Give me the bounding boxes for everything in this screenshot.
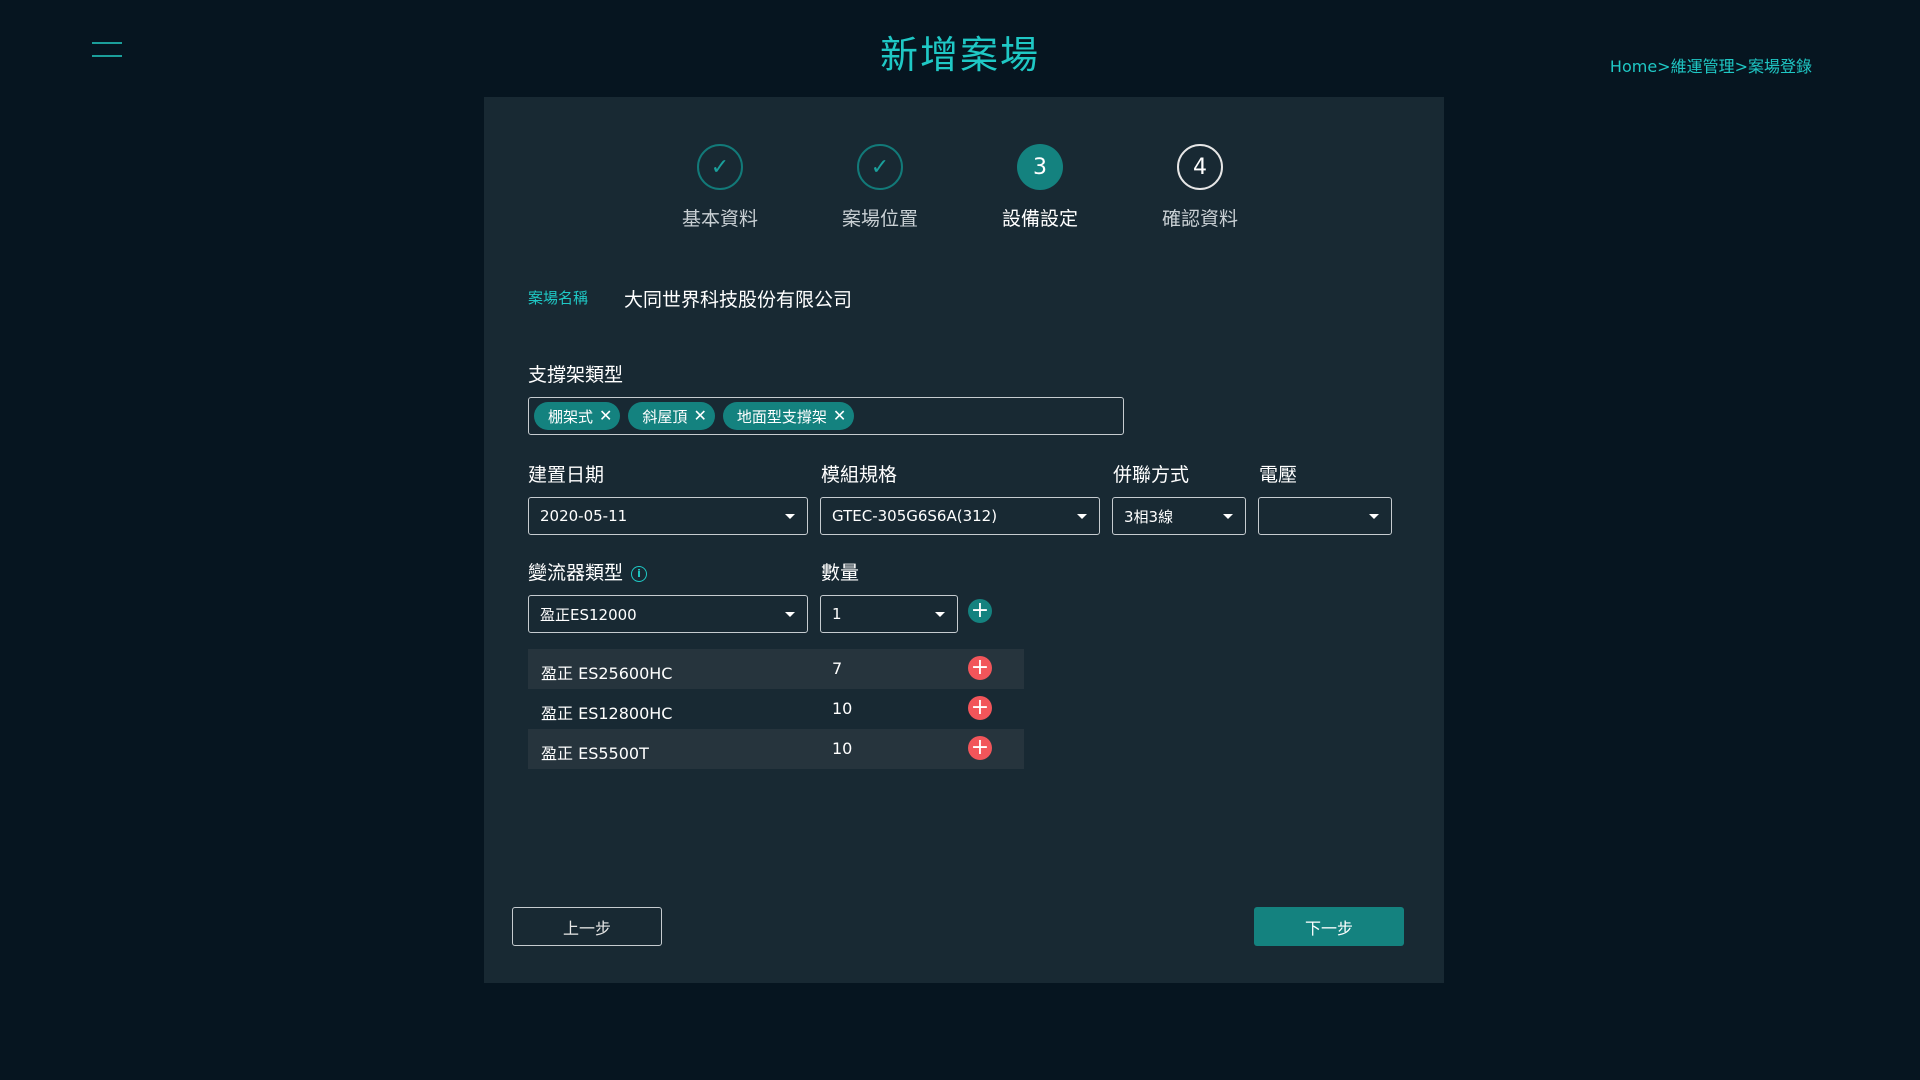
step-label: 基本資料 (681, 208, 758, 230)
remove-tag-icon[interactable]: ✕ (833, 408, 846, 424)
caret-down-icon (1369, 514, 1379, 519)
build-date-select[interactable]: 2020-05-11 (528, 497, 808, 535)
quantity-value: 1 (832, 605, 842, 623)
inverter-type-label-text: 變流器類型 (528, 562, 624, 584)
caret-down-icon (785, 514, 795, 519)
site-name-value: 大同世界科技股份有限公司 (624, 289, 853, 311)
mount-type-label: 支撐架類型 (528, 364, 624, 386)
step-site-location[interactable]: ✓ 案場位置 (820, 144, 940, 231)
table-row: 盈正 ES12800HC 10 + (528, 689, 1024, 729)
table-row: 盈正 ES5500T 10 + (528, 729, 1024, 769)
build-date-value: 2020-05-11 (540, 507, 628, 525)
next-step-button[interactable]: 下一步 (1254, 907, 1404, 946)
module-spec-value: GTEC-305G6S6A(312) (832, 507, 998, 525)
mount-type-tag: 斜屋頂 ✕ (628, 402, 715, 430)
module-spec-select[interactable]: GTEC-305G6S6A(312) (820, 497, 1100, 535)
step-label: 確認資料 (1161, 208, 1238, 230)
step-label: 案場位置 (841, 208, 918, 230)
caret-down-icon (1077, 514, 1087, 519)
inverter-list: 盈正 ES25600HC 7 + 盈正 ES12800HC 10 + 盈正 ES… (528, 649, 1024, 769)
mount-type-tag: 棚架式 ✕ (534, 402, 621, 430)
quantity-select[interactable]: 1 (820, 595, 958, 633)
quantity-label: 數量 (821, 562, 860, 584)
breadcrumb-separator: > (1657, 57, 1671, 76)
row-plus-icon[interactable]: + (968, 656, 992, 680)
caret-down-icon (785, 612, 795, 617)
tag-label: 斜屋頂 (642, 407, 688, 426)
caret-down-icon (935, 612, 945, 617)
inverter-type-value: 盈正ES12000 (540, 605, 637, 624)
step-check-icon: ✓ (697, 144, 743, 190)
step-device-settings[interactable]: 3 設備設定 (980, 144, 1100, 231)
stepper: ✓ 基本資料 ✓ 案場位置 3 設備設定 4 確認資料 (484, 97, 1444, 237)
add-inverter-button[interactable]: + (968, 599, 992, 623)
site-name-label: 案場名稱 (528, 289, 589, 307)
tag-label: 地面型支撐架 (736, 407, 827, 426)
inverter-type-select[interactable]: 盈正ES12000 (528, 595, 808, 633)
inverter-name: 盈正 ES5500T (541, 744, 649, 763)
mount-type-multiselect[interactable]: 棚架式 ✕ 斜屋頂 ✕ 地面型支撐架 ✕ (528, 397, 1124, 435)
build-date-label: 建置日期 (528, 464, 605, 486)
module-spec-label: 模組規格 (821, 464, 898, 486)
breadcrumb-maintenance[interactable]: 維運管理 (1671, 57, 1735, 76)
row-plus-icon[interactable]: + (968, 696, 992, 720)
breadcrumb: Home>維運管理>案場登錄 (1610, 53, 1812, 77)
voltage-select[interactable] (1258, 497, 1392, 535)
inverter-name: 盈正 ES25600HC (541, 664, 673, 683)
breadcrumb-site-registration: 案場登錄 (1747, 57, 1812, 76)
remove-tag-icon[interactable]: ✕ (599, 408, 612, 424)
step-check-icon: ✓ (857, 144, 903, 190)
row-plus-icon[interactable]: + (968, 736, 992, 760)
caret-down-icon (1223, 514, 1233, 519)
connection-label: 併聯方式 (1113, 464, 1190, 486)
info-icon[interactable]: i (631, 565, 648, 582)
step-label: 設備設定 (1001, 208, 1078, 230)
tag-label: 棚架式 (548, 407, 594, 426)
inverter-qty: 10 (832, 699, 853, 718)
form-panel: ✓ 基本資料 ✓ 案場位置 3 設備設定 4 確認資料 案場名稱 大同世界科技股… (484, 97, 1444, 983)
table-row: 盈正 ES25600HC 7 + (528, 649, 1024, 689)
step-number: 3 (1017, 144, 1063, 190)
step-confirm[interactable]: 4 確認資料 (1140, 144, 1260, 231)
inverter-qty: 10 (832, 739, 853, 758)
breadcrumb-home[interactable]: Home (1610, 57, 1657, 76)
inverter-qty: 7 (832, 659, 843, 678)
mount-type-tag: 地面型支撐架 ✕ (722, 402, 855, 430)
step-basic-info[interactable]: ✓ 基本資料 (660, 144, 780, 231)
voltage-label: 電壓 (1259, 464, 1298, 486)
step-number: 4 (1177, 144, 1223, 190)
prev-step-button[interactable]: 上一步 (512, 907, 662, 946)
inverter-name: 盈正 ES12800HC (541, 704, 673, 723)
breadcrumb-separator: > (1734, 57, 1748, 76)
connection-value: 3相3線 (1124, 507, 1174, 526)
connection-select[interactable]: 3相3線 (1112, 497, 1246, 535)
remove-tag-icon[interactable]: ✕ (693, 408, 706, 424)
inverter-type-label: 變流器類型 i (528, 558, 648, 585)
